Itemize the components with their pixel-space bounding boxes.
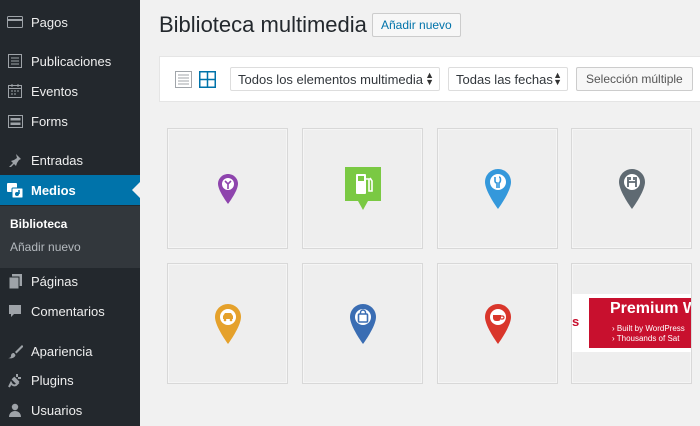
media-tile-car[interactable] <box>167 263 288 384</box>
add-new-button[interactable]: Añadir nuevo <box>372 13 461 37</box>
menu-plugins[interactable]: Plugins <box>0 365 140 395</box>
submenu-medios: Biblioteca Añadir nuevo <box>0 206 140 268</box>
submenu-biblioteca[interactable]: Biblioteca <box>10 217 67 231</box>
select-arrows-icon: ▲ ▼ <box>425 70 434 87</box>
media-icon <box>7 182 23 198</box>
media-tile-restaurant[interactable] <box>437 128 558 249</box>
form-icon <box>7 113 23 129</box>
page-icon <box>7 273 23 289</box>
media-tile-shop[interactable] <box>302 263 423 384</box>
media-tile-premium-banner[interactable]: s Premium W › Built by WordPress › Thous… <box>571 263 692 384</box>
user-icon <box>7 402 23 418</box>
calendar-icon <box>7 83 23 99</box>
media-tile-hotel[interactable] <box>571 128 692 249</box>
premium-banner-thumb: s Premium W › Built by WordPress › Thous… <box>572 294 692 352</box>
admin-sidebar: Pagos Publicaciones Eventos Forms Entrad… <box>0 0 140 426</box>
media-tile-gas-station[interactable] <box>302 128 423 249</box>
menu-comentarios[interactable]: Comentarios <box>0 296 140 326</box>
plug-icon <box>7 372 23 388</box>
comment-icon <box>7 303 23 319</box>
banner-fragment: s <box>572 314 580 329</box>
bulk-select-button[interactable]: Selección múltiple <box>576 67 693 91</box>
banner-line-2: › Thousands of Sat <box>612 334 680 343</box>
menu-publicaciones[interactable]: Publicaciones <box>0 46 140 76</box>
menu-label: Páginas <box>31 273 78 289</box>
banner-title: Premium W <box>610 300 692 317</box>
menu-label: Eventos <box>31 83 78 99</box>
menu-label: Publicaciones <box>31 53 112 69</box>
menu-label: Medios <box>31 182 76 198</box>
gas-station-icon <box>344 166 381 210</box>
list-icon <box>7 53 23 69</box>
media-type-value: Todos los elementos multimedia <box>238 71 423 87</box>
menu-label: Forms <box>31 113 68 129</box>
menu-apariencia[interactable]: Apariencia <box>0 336 140 366</box>
cafe-pin-icon <box>484 303 511 344</box>
menu-label: Entradas <box>31 152 84 168</box>
brush-icon <box>7 343 23 359</box>
menu-label: Plugins <box>31 372 74 388</box>
menu-paginas[interactable]: Páginas <box>0 266 140 296</box>
banner-line-1: › Built by WordPress <box>612 324 685 333</box>
list-view-icon[interactable] <box>175 71 192 88</box>
pin-icon <box>7 152 23 168</box>
select-arrows-icon: ▲ ▼ <box>553 70 562 87</box>
menu-label: Comentarios <box>31 303 105 319</box>
menu-usuarios[interactable]: Usuarios <box>0 395 140 425</box>
shop-pin-icon <box>349 303 376 344</box>
page-title: Biblioteca multimedia <box>159 12 367 37</box>
hotel-pin-icon <box>618 168 645 209</box>
tools-pin-icon <box>217 173 238 204</box>
date-value: Todas las fechas <box>456 71 553 87</box>
menu-label: Apariencia <box>31 343 93 359</box>
media-tile-cafe[interactable] <box>437 263 558 384</box>
car-pin-icon <box>214 303 241 344</box>
media-toolbar: Todos los elementos multimedia ▲ ▼ Todas … <box>159 56 700 102</box>
menu-entradas[interactable]: Entradas <box>0 145 140 175</box>
media-type-select[interactable]: Todos los elementos multimedia ▲ ▼ <box>230 67 440 91</box>
menu-forms[interactable]: Forms <box>0 106 140 136</box>
card-icon <box>7 14 23 30</box>
menu-pagos[interactable]: Pagos <box>0 7 140 37</box>
menu-label: Pagos <box>31 14 68 30</box>
grid-view-icon[interactable] <box>199 71 216 88</box>
submenu-anadir-nuevo[interactable]: Añadir nuevo <box>10 240 81 254</box>
date-select[interactable]: Todas las fechas ▲ ▼ <box>448 67 568 91</box>
menu-eventos[interactable]: Eventos <box>0 76 140 106</box>
menu-label: Usuarios <box>31 402 83 418</box>
menu-medios[interactable]: Medios <box>0 175 140 205</box>
media-tile-tools[interactable] <box>167 128 288 249</box>
restaurant-pin-icon <box>484 168 511 209</box>
